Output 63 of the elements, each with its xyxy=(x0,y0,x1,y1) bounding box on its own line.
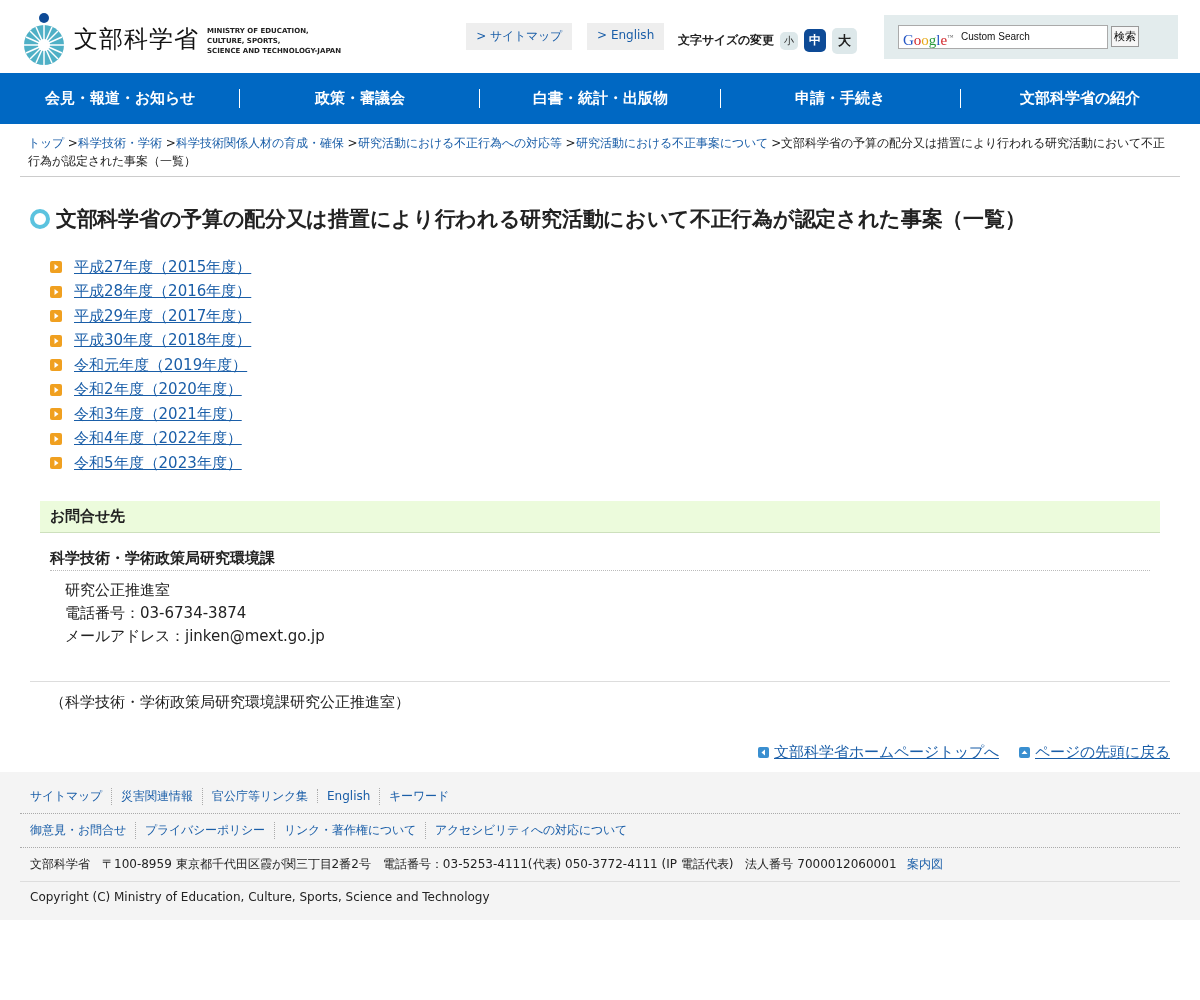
arrow-bullet-icon xyxy=(50,334,62,347)
arrow-bullet-icon xyxy=(50,432,62,445)
breadcrumb-link[interactable]: 研究活動における不正事案について xyxy=(575,136,768,150)
nav-item[interactable]: 政策・審議会 xyxy=(239,89,480,108)
arrow-bullet-icon xyxy=(50,310,62,323)
font-size-button[interactable]: 中 xyxy=(804,29,827,52)
page-link[interactable]: ページの先頭に戻る xyxy=(1035,742,1170,762)
breadcrumb-link[interactable]: 科学技術・学術 xyxy=(77,136,162,150)
year-link[interactable]: 令和4年度（2022年度） xyxy=(74,429,242,449)
header-link[interactable]: > English xyxy=(587,23,665,50)
year-link[interactable]: 令和5年度（2023年度） xyxy=(74,453,242,473)
year-link[interactable]: 平成29年度（2017年度） xyxy=(74,306,252,326)
breadcrumb: トップ >科学技術・学術 >科学技術関係人材の育成・確保 >研究活動における不正行為への対応等 >研究活動における不正事案について >文部科学省の予算の配分又は措置により行われる研究活動において不正行為が認定された事案（一覧） xyxy=(20,124,1180,177)
nav-item[interactable]: 申請・手続き xyxy=(719,89,960,108)
arrow-bullet-icon xyxy=(758,746,769,758)
title-bullet-icon xyxy=(30,209,50,229)
font-size-button[interactable]: 小 xyxy=(780,31,799,50)
nav-item[interactable]: 会見・報道・お知らせ xyxy=(0,89,240,108)
arrow-bullet-icon xyxy=(1019,746,1030,758)
footer-link[interactable]: サイトマップ xyxy=(30,787,111,805)
search-button[interactable]: 検索 xyxy=(1111,26,1139,47)
copyright: Copyright (C) Ministry of Education, Culture, Sports, Science and Technology xyxy=(29,889,491,904)
breadcrumb-link[interactable]: トップ xyxy=(28,136,64,150)
footer-address: 文部科学省 〒100-8959 東京都千代田区霞が関三丁目2番2号 電話番号：03-5253-4111(代表) 050-3772-4111 (IP 電話代表) 法人番号 7000012060001 xyxy=(30,855,897,873)
logo-title[interactable]: 文部科学省 xyxy=(74,22,199,55)
header-link[interactable]: > サイトマップ xyxy=(466,23,573,50)
breadcrumb-link[interactable]: 科学技術関係人材の育成・確保 xyxy=(175,136,344,150)
footer-link[interactable]: English xyxy=(317,789,380,803)
year-link[interactable]: 平成30年度（2018年度） xyxy=(74,331,252,351)
google-logo: Google$^{™}$ xyxy=(903,30,954,49)
footer-link[interactable]: プライバシーポリシー xyxy=(135,821,274,839)
page-title: 文部科学省の予算の配分又は措置により行われる研究活動において不正行為が認定された事案（一覧） xyxy=(56,206,1026,233)
nav-item[interactable]: 文部科学省の紹介 xyxy=(959,89,1200,108)
footer-link[interactable]: アクセシビリティへの対応について xyxy=(425,821,636,839)
font-size-button[interactable]: 大 xyxy=(832,27,858,54)
year-link[interactable]: 令和3年度（2021年度） xyxy=(74,404,242,424)
breadcrumb-link[interactable]: 研究活動における不正行為への対応等 xyxy=(357,136,562,150)
arrow-bullet-icon xyxy=(50,457,62,470)
footer-link[interactable]: リンク・著作権について xyxy=(274,821,425,839)
arrow-bullet-icon xyxy=(50,408,62,421)
arrow-bullet-icon xyxy=(50,383,62,396)
footer-link[interactable]: キーワード xyxy=(379,787,459,805)
arrow-bullet-icon xyxy=(50,285,62,298)
year-link[interactable]: 平成28年度（2016年度） xyxy=(74,282,252,302)
contact-detail: 電話番号：03-6734-3874 xyxy=(65,602,248,624)
contact-department: 科学技術・学術政策局研究環境課 xyxy=(50,548,1150,571)
contact-heading: お問合せ先 xyxy=(40,500,1160,533)
footer-link[interactable]: 御意見・お問合せ xyxy=(30,821,135,839)
contact-detail: 研究公正推進室 xyxy=(65,579,171,601)
map-link[interactable]: 案内図 xyxy=(906,855,943,873)
arrow-bullet-icon xyxy=(50,359,62,372)
year-link[interactable]: 令和元年度（2019年度） xyxy=(74,355,248,375)
year-link[interactable]: 令和2年度（2020年度） xyxy=(74,380,242,400)
footer-link[interactable]: 官公庁等リンク集 xyxy=(202,787,317,805)
font-size-label: 文字サイズの変更 xyxy=(678,32,775,49)
ministry-emblem-icon xyxy=(22,11,66,66)
contact-detail: メールアドレス：jinken@mext.go.jp xyxy=(65,625,326,647)
footer-link[interactable]: 災害関連情報 xyxy=(111,787,202,805)
year-link[interactable]: 平成27年度（2015年度） xyxy=(74,257,252,277)
arrow-bullet-icon xyxy=(50,261,62,274)
nav-item[interactable]: 白書・統計・出版物 xyxy=(479,89,720,108)
source-note: （科学技術・学術政策局研究環境課研究公正推進室） xyxy=(30,680,1170,723)
page-link[interactable]: 文部科学省ホームページトップへ xyxy=(774,742,999,762)
